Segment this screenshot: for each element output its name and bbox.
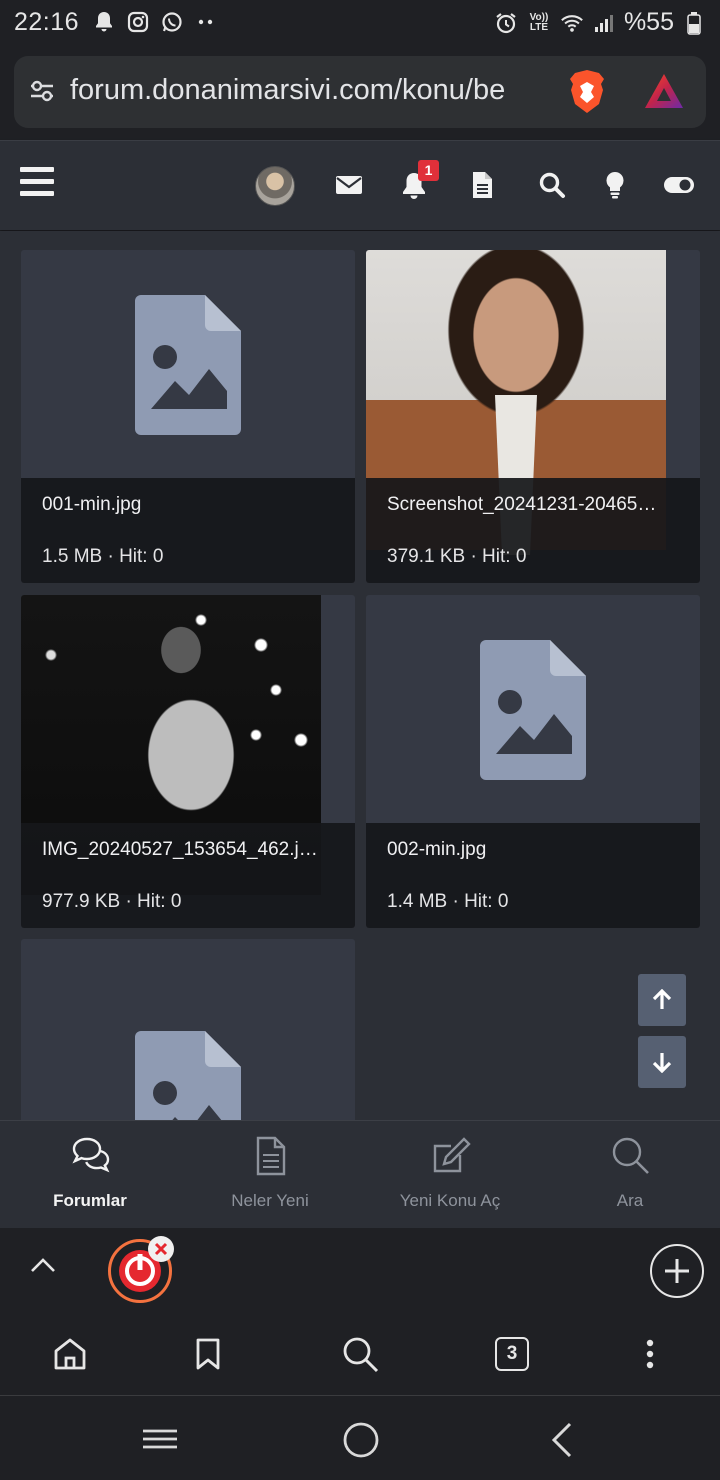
lightbulb-icon[interactable] [597,167,633,203]
mail-icon[interactable] [331,167,367,203]
arrow-down-icon [652,1053,672,1073]
attachment-meta: 001-min.jpg 1.5 MB · Hit: 0 [21,478,355,583]
system-navigation-bar [0,1397,720,1480]
signal-icon [592,11,616,35]
back-icon[interactable] [550,1421,574,1464]
nav-label: Yeni Konu Aç [399,1191,501,1210]
nav-label: Ara [616,1191,644,1210]
volte-icon: Vo)) LTE [526,11,552,35]
forum-header [0,140,720,230]
tab-count: 3 [495,1337,529,1371]
toggle-icon[interactable] [661,167,697,203]
attachment-meta: Screenshot_20241231-20465… 379.1 KB · Hi… [366,478,700,583]
attachment-card[interactable]: 002-min.jpg 1.4 MB · Hit: 0 [366,595,700,928]
attachment-filename[interactable]: Screenshot_20241231-20465… [387,494,687,516]
attachment-info: 1.4 MB · Hit: 0 [387,891,509,912]
notification-badge: 1 [418,160,439,181]
image-file-icon [135,295,241,435]
attachment-info: 379.1 KB · Hit: 0 [387,546,527,567]
nav-yeni-konu-ac[interactable]: Yeni Konu Aç [360,1121,540,1229]
more-vert-icon[interactable] [630,1334,670,1374]
address-bar[interactable]: forum.donanimarsivi.com/konu/be [14,56,706,128]
alarm-icon [494,11,518,35]
nav-forumlar[interactable]: Forumlar [0,1121,180,1229]
document-lines-icon [250,1135,292,1177]
browser-toolbar: forum.donanimarsivi.com/konu/be [0,46,720,140]
instagram-icon [126,10,150,34]
attachment-thumbnail[interactable] [366,595,700,835]
site-settings-icon[interactable] [28,77,56,110]
forum-bottom-nav: Forumlar Neler Yeni Yeni Konu Aç Ara [0,1120,720,1228]
volte-top-label: Vo)) [529,11,549,23]
browser-bottom-bar: 3 [0,1314,720,1396]
home-icon[interactable] [50,1334,90,1374]
attachment-card[interactable]: IMG_20240527_153654_462.j… 977.9 KB · Hi… [21,595,355,928]
nav-ara[interactable]: Ara [540,1121,720,1229]
avatar[interactable] [255,166,295,206]
battery-percent: %55 [623,8,674,36]
status-bar: 22:16 Vo)) LTE %55 [0,0,720,46]
whatsapp-icon [160,10,184,34]
nav-neler-yeni[interactable]: Neler Yeni [180,1121,360,1229]
attachment-filename[interactable]: 001-min.jpg [42,494,342,516]
chat-bubbles-icon [70,1135,112,1177]
scroll-down-button[interactable] [638,1036,686,1088]
search-icon [610,1135,652,1177]
browser-tab-strip [0,1228,720,1314]
attachment-card[interactable] [21,939,355,1120]
image-file-icon [135,1031,241,1120]
attachment-meta: IMG_20240527_153654_462.j… 977.9 KB · Hi… [21,823,355,928]
edit-icon [430,1135,472,1177]
bookmark-icon[interactable] [188,1334,228,1374]
tabs-button[interactable]: 3 [492,1334,532,1374]
attachment-filename[interactable]: IMG_20240527_153654_462.j… [42,839,342,861]
menu-icon[interactable] [20,167,56,203]
scroll-up-button[interactable] [638,974,686,1026]
attachment-info: 977.9 KB · Hit: 0 [42,891,182,912]
image-file-icon [480,640,586,780]
volte-bottom-label: LTE [529,21,549,33]
attachment-meta: 002-min.jpg 1.4 MB · Hit: 0 [366,823,700,928]
nav-label: Forumlar [53,1191,127,1210]
close-tab-button[interactable] [148,1236,174,1262]
status-notification-icons [92,10,218,34]
nav-label: Neler Yeni [231,1191,309,1210]
search-icon[interactable] [534,167,570,203]
document-icon[interactable] [464,167,500,203]
bell-icon [92,10,116,34]
attachment-card[interactable]: Screenshot_20241231-20465… 379.1 KB · Hi… [366,250,700,583]
attachments-grid: 001-min.jpg 1.5 MB · Hit: 0 Screenshot_2… [0,231,720,1120]
more-dots-icon [194,10,218,34]
brave-rewards-icon[interactable] [642,70,686,119]
wifi-icon [560,11,584,35]
close-icon [154,1242,168,1256]
status-system-icons: Vo)) LTE %55 [494,8,706,37]
search-icon[interactable] [340,1334,380,1374]
recent-apps-icon[interactable] [142,1427,178,1456]
status-time: 22:16 [14,8,80,36]
new-tab-button[interactable] [650,1244,704,1298]
attachment-filename[interactable]: 002-min.jpg [387,839,687,861]
attachment-info: 1.5 MB · Hit: 0 [42,546,164,567]
url-text[interactable]: forum.donanimarsivi.com/konu/be [70,74,562,107]
home-circle-icon[interactable] [342,1421,380,1464]
attachment-thumbnail[interactable] [21,250,355,490]
chevron-up-icon[interactable] [30,1256,56,1279]
battery-icon [682,11,706,35]
attachment-thumbnail[interactable] [21,939,355,1120]
brave-shields-icon[interactable] [566,68,608,121]
arrow-up-icon [652,989,672,1009]
plus-icon [665,1259,689,1283]
attachment-card[interactable]: 001-min.jpg 1.5 MB · Hit: 0 [21,250,355,583]
